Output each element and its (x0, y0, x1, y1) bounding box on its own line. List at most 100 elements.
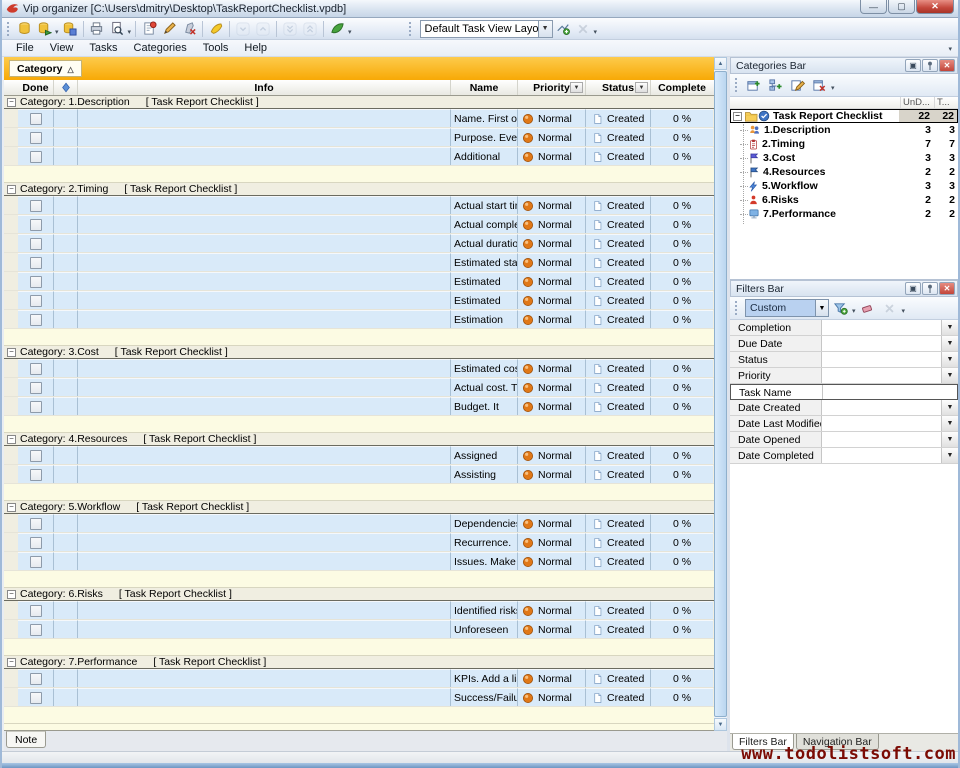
filter-dropdown-button[interactable]: ▼ (941, 400, 958, 415)
task-row[interactable]: Name. First of all,NormalCreated0 % (4, 109, 714, 128)
task-row[interactable]: EstimatedNormalCreated0 % (4, 291, 714, 310)
delete-layout-button[interactable] (573, 19, 593, 38)
scroll-down-button[interactable]: ▼ (714, 718, 727, 731)
task-done-cell[interactable] (18, 533, 54, 551)
grid-vertical-scrollbar[interactable]: ▲ ▼ (714, 57, 727, 731)
category-group-row[interactable]: −Category: 6.Risks[ Task Report Checklis… (4, 588, 714, 601)
task-row[interactable]: Issues. Make aNormalCreated0 % (4, 552, 714, 571)
task-status-cell[interactable]: Created (586, 128, 651, 146)
task-row[interactable]: AssistingNormalCreated0 % (4, 465, 714, 484)
task-name-cell[interactable]: Actual cost. This (451, 378, 518, 396)
task-done-checkbox[interactable] (30, 200, 42, 212)
task-done-checkbox[interactable] (30, 113, 42, 125)
task-done-checkbox[interactable] (30, 382, 42, 394)
task-priority-cell[interactable]: Normal (518, 514, 586, 532)
edit-task-button[interactable] (159, 19, 179, 38)
task-done-cell[interactable] (18, 291, 54, 309)
task-name-cell[interactable]: KPIs. Add a list (451, 669, 518, 687)
filter-row-status[interactable]: Status▼ (730, 352, 958, 368)
task-importance-cell[interactable] (54, 147, 78, 165)
task-row[interactable]: Purpose. EveryNormalCreated0 % (4, 128, 714, 147)
edit-category-button[interactable] (786, 76, 808, 95)
filters-toolbar-grip[interactable] (735, 301, 739, 315)
filters-restore-button[interactable]: ▣ (905, 282, 921, 295)
task-importance-cell[interactable] (54, 397, 78, 415)
task-importance-cell[interactable] (54, 446, 78, 464)
task-row[interactable]: AssignedNormalCreated0 % (4, 446, 714, 465)
task-done-cell[interactable] (18, 514, 54, 532)
task-priority-cell[interactable]: Normal (518, 359, 586, 377)
group-by-category-button[interactable]: Category △ (9, 60, 82, 77)
task-priority-cell[interactable]: Normal (518, 465, 586, 483)
minimize-button[interactable]: — (860, 0, 887, 14)
task-priority-cell[interactable]: Normal (518, 272, 586, 290)
task-done-checkbox[interactable] (30, 401, 42, 413)
task-complete-cell[interactable]: 0 % (651, 397, 713, 415)
task-done-cell[interactable] (18, 109, 54, 127)
task-row[interactable]: Actual completionNormalCreated0 % (4, 215, 714, 234)
categories-toolbar-dropdown[interactable]: ▾ (831, 78, 835, 92)
task-importance-cell[interactable] (54, 234, 78, 252)
task-info-cell[interactable] (78, 688, 451, 706)
task-name-cell[interactable]: Estimated start (451, 253, 518, 271)
toolbar-grip[interactable] (7, 22, 11, 36)
filter-row-date-opened[interactable]: Date Opened▼ (730, 432, 958, 448)
task-info-cell[interactable] (78, 196, 451, 214)
task-status-cell[interactable]: Created (586, 601, 651, 619)
menu-overflow-arrow[interactable]: ▾ (948, 45, 952, 53)
status-filter-button[interactable]: ▼ (635, 82, 648, 93)
task-status-cell[interactable]: Created (586, 446, 651, 464)
filter-dropdown-button[interactable]: ▼ (941, 432, 958, 447)
task-name-cell[interactable]: Actual duration. (451, 234, 518, 252)
task-priority-cell[interactable]: Normal (518, 310, 586, 328)
category-group-row[interactable]: −Category: 5.Workflow[ Task Report Check… (4, 501, 714, 514)
task-priority-cell[interactable]: Normal (518, 397, 586, 415)
task-info-cell[interactable] (78, 234, 451, 252)
task-info-cell[interactable] (78, 378, 451, 396)
task-row[interactable]: Actual duration.NormalCreated0 % (4, 234, 714, 253)
task-priority-cell[interactable]: Normal (518, 620, 586, 638)
category-tree-item[interactable]: 7.Performance22 (730, 207, 958, 221)
task-done-checkbox[interactable] (30, 469, 42, 481)
task-priority-cell[interactable]: Normal (518, 147, 586, 165)
task-importance-cell[interactable] (54, 128, 78, 146)
task-name-cell[interactable]: Issues. Make a (451, 552, 518, 570)
task-name-cell[interactable]: Estimation (451, 310, 518, 328)
task-info-cell[interactable] (78, 253, 451, 271)
filter-dropdown-button[interactable]: ▼ (941, 352, 958, 367)
task-info-cell[interactable] (78, 147, 451, 165)
task-info-cell[interactable] (78, 669, 451, 687)
task-importance-cell[interactable] (54, 688, 78, 706)
task-done-cell[interactable] (18, 128, 54, 146)
close-button[interactable]: ✕ (916, 0, 954, 14)
task-status-cell[interactable]: Created (586, 688, 651, 706)
column-header-priority[interactable]: Priority▼ (518, 80, 586, 95)
print-group-dropdown[interactable]: ▾ (128, 22, 132, 36)
task-info-cell[interactable] (78, 446, 451, 464)
category-group-row[interactable]: −Category: 1.Description[ Task Report Ch… (4, 96, 714, 109)
task-done-checkbox[interactable] (30, 673, 42, 685)
task-done-cell[interactable] (18, 601, 54, 619)
categories-restore-button[interactable]: ▣ (905, 59, 921, 72)
print-button[interactable] (87, 19, 107, 38)
column-header-name[interactable]: Name (451, 80, 518, 95)
task-importance-cell[interactable] (54, 669, 78, 687)
collapse-group-button[interactable]: − (7, 590, 16, 599)
task-status-cell[interactable]: Created (586, 272, 651, 290)
task-name-cell[interactable]: Budget. It (451, 397, 518, 415)
task-status-cell[interactable]: Created (586, 215, 651, 233)
task-status-cell[interactable]: Created (586, 552, 651, 570)
task-done-cell[interactable] (18, 552, 54, 570)
task-name-cell[interactable]: Assigned (451, 446, 518, 464)
task-done-cell[interactable] (18, 253, 54, 271)
task-done-checkbox[interactable] (30, 692, 42, 704)
filter-value-field[interactable] (823, 385, 957, 399)
task-complete-cell[interactable]: 0 % (651, 465, 713, 483)
task-done-cell[interactable] (18, 147, 54, 165)
task-done-cell[interactable] (18, 196, 54, 214)
layout-toolbar-grip[interactable] (409, 22, 413, 36)
task-done-checkbox[interactable] (30, 276, 42, 288)
task-info-cell[interactable] (78, 215, 451, 233)
filter-value-field[interactable] (822, 320, 941, 335)
task-priority-cell[interactable]: Normal (518, 601, 586, 619)
